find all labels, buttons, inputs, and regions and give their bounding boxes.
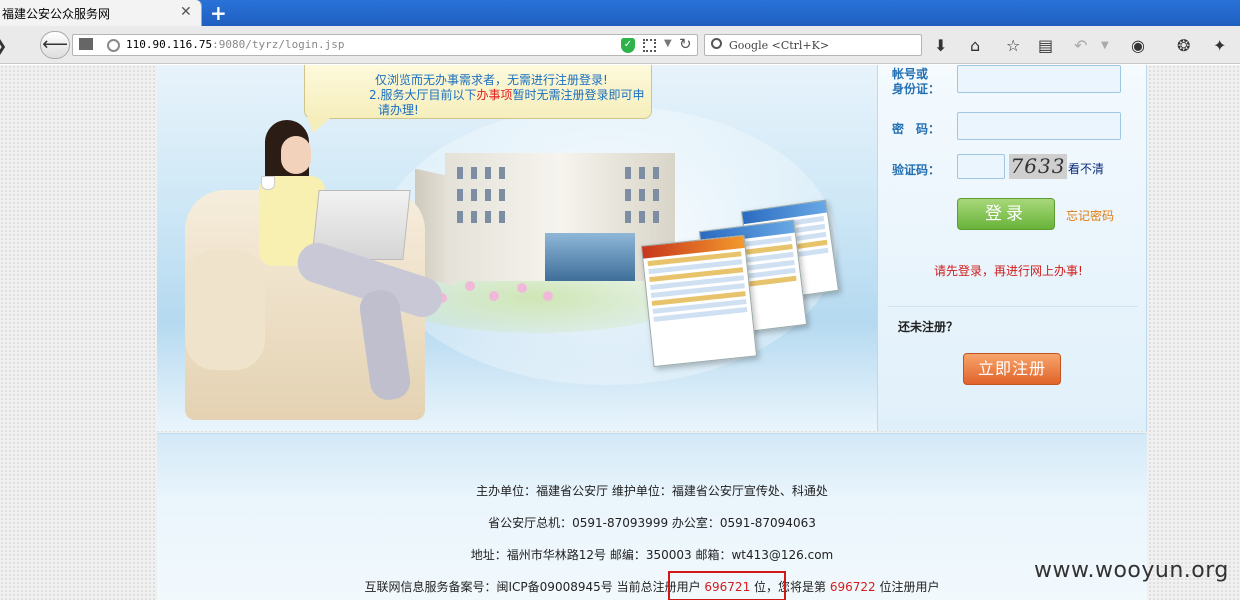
divider bbox=[888, 306, 1138, 307]
menu-icon[interactable]: ❯ bbox=[0, 36, 7, 55]
icp-prefix: 互联网信息服务备案号：闽ICP备09008945号 当前总注册用户 bbox=[364, 580, 705, 594]
watermark: www.wooyun.org bbox=[1034, 558, 1229, 583]
address-bar[interactable]: 110.90.116.75:9080/tyrz/login.jsp ✓ ▼ ↻ bbox=[72, 34, 698, 56]
back-button[interactable]: ⟵ bbox=[40, 31, 70, 59]
register-button[interactable]: 立即注册 bbox=[963, 353, 1061, 385]
tab-title: 福建公安公众服务网 bbox=[2, 7, 111, 21]
search-bar[interactable]: Google <Ctrl+K> bbox=[704, 34, 922, 56]
url-host: 110.90.116.75 bbox=[126, 38, 213, 51]
browser-tab[interactable]: 福建公安公众服务网 ✕ bbox=[0, 0, 202, 26]
reload-icon[interactable]: ↻ bbox=[679, 35, 692, 53]
addon-icon[interactable]: ◉ bbox=[1131, 36, 1145, 55]
captcha-image[interactable]: 7633 bbox=[1009, 154, 1067, 179]
download-icon[interactable]: ⬇ bbox=[934, 36, 947, 55]
captcha-input[interactable] bbox=[957, 154, 1005, 179]
bookmark-star-icon[interactable]: ☆ bbox=[1006, 36, 1020, 55]
notice-line-2-pre: 2.服务大厅目前以下 bbox=[369, 88, 477, 102]
qr-code-icon[interactable] bbox=[643, 39, 656, 52]
website-screenshot-front bbox=[640, 234, 758, 368]
login-button[interactable]: 登录 bbox=[957, 198, 1055, 230]
captcha-label: 验证码： bbox=[892, 163, 941, 177]
highlight-box bbox=[668, 571, 786, 600]
footer-sponsor: 主办单位：福建省公安厅 维护单位：福建省公安厅宣传处、科通处 bbox=[476, 484, 828, 498]
login-tip: 请先登录，再进行网上办事! bbox=[934, 264, 1083, 278]
new-tab-button[interactable]: + bbox=[210, 1, 227, 25]
notice-line-3: 请办理! bbox=[378, 103, 419, 117]
reading-list-icon[interactable]: ▤ bbox=[1038, 36, 1053, 55]
password-label: 密 码： bbox=[892, 122, 941, 136]
next-number: 696722 bbox=[829, 580, 876, 594]
footer-address: 地址：福州市华林路12号 邮编：350003 邮箱：wt413@126.com bbox=[470, 548, 834, 562]
coffee-cup bbox=[261, 176, 275, 190]
navigation-toolbar: ❯ ⟵ 110.90.116.75:9080/tyrz/login.jsp ✓ … bbox=[0, 26, 1240, 64]
folder-icon bbox=[79, 38, 93, 50]
shield-icon[interactable]: ✓ bbox=[621, 38, 635, 53]
url-path: :9080/tyrz/login.jsp bbox=[212, 38, 345, 51]
close-tab-icon[interactable]: ✕ bbox=[180, 4, 192, 20]
chevron-down-icon[interactable]: ▼ bbox=[664, 38, 672, 49]
notice-line-2-post: 暂时无需注册登录即可申 bbox=[512, 88, 645, 102]
tab-bar: 福建公安公众服务网 ✕ + bbox=[0, 0, 1240, 26]
account-label-line-2: 身份证： bbox=[892, 82, 941, 96]
notice-highlight[interactable]: 办事项 bbox=[476, 88, 512, 102]
footer-icp: 互联网信息服务备案号：闽ICP备09008945号 当前总注册用户 696721… bbox=[157, 578, 1147, 595]
login-panel: 帐号或 身份证： 密 码： 验证码： 7633 看不清 登录 忘记密码 请先登录… bbox=[877, 65, 1147, 431]
undo-dropdown-icon[interactable]: ▼ bbox=[1101, 40, 1109, 51]
globe-icon bbox=[107, 39, 120, 52]
password-input[interactable] bbox=[957, 112, 1121, 140]
page-background: 仅浏览而无办事需求者，无需进行注册登录! 2.服务大厅目前以下办事项暂时无需注册… bbox=[0, 65, 1240, 600]
search-placeholder: Google <Ctrl+K> bbox=[729, 39, 830, 52]
sync-icon[interactable]: ❂ bbox=[1177, 36, 1190, 55]
footer-phone: 省公安厅总机：0591-87093999 办公室：0591-87094063 bbox=[488, 516, 816, 530]
refresh-captcha-link[interactable]: 看不清 bbox=[1068, 160, 1104, 177]
undo-icon[interactable]: ↶ bbox=[1074, 36, 1087, 55]
icp-suffix: 位注册用户 bbox=[875, 580, 940, 594]
banner-illustration: 仅浏览而无办事需求者，无需进行注册登录! 2.服务大厅目前以下办事项暂时无需注册… bbox=[157, 65, 877, 431]
footer: 主办单位：福建省公安厅 维护单位：福建省公安厅宣传处、科通处 省公安厅总机：05… bbox=[157, 433, 1147, 600]
search-icon bbox=[711, 38, 722, 49]
home-icon[interactable]: ⌂ bbox=[970, 36, 980, 55]
account-input[interactable] bbox=[957, 65, 1121, 93]
unregistered-title: 还未注册？ bbox=[898, 320, 959, 334]
extension-icon[interactable]: ✦ bbox=[1213, 36, 1226, 55]
woman-with-laptop-image bbox=[185, 120, 448, 420]
url-text[interactable]: 110.90.116.75:9080/tyrz/login.jsp bbox=[126, 38, 345, 51]
forgot-password-link[interactable]: 忘记密码 bbox=[1066, 207, 1114, 224]
